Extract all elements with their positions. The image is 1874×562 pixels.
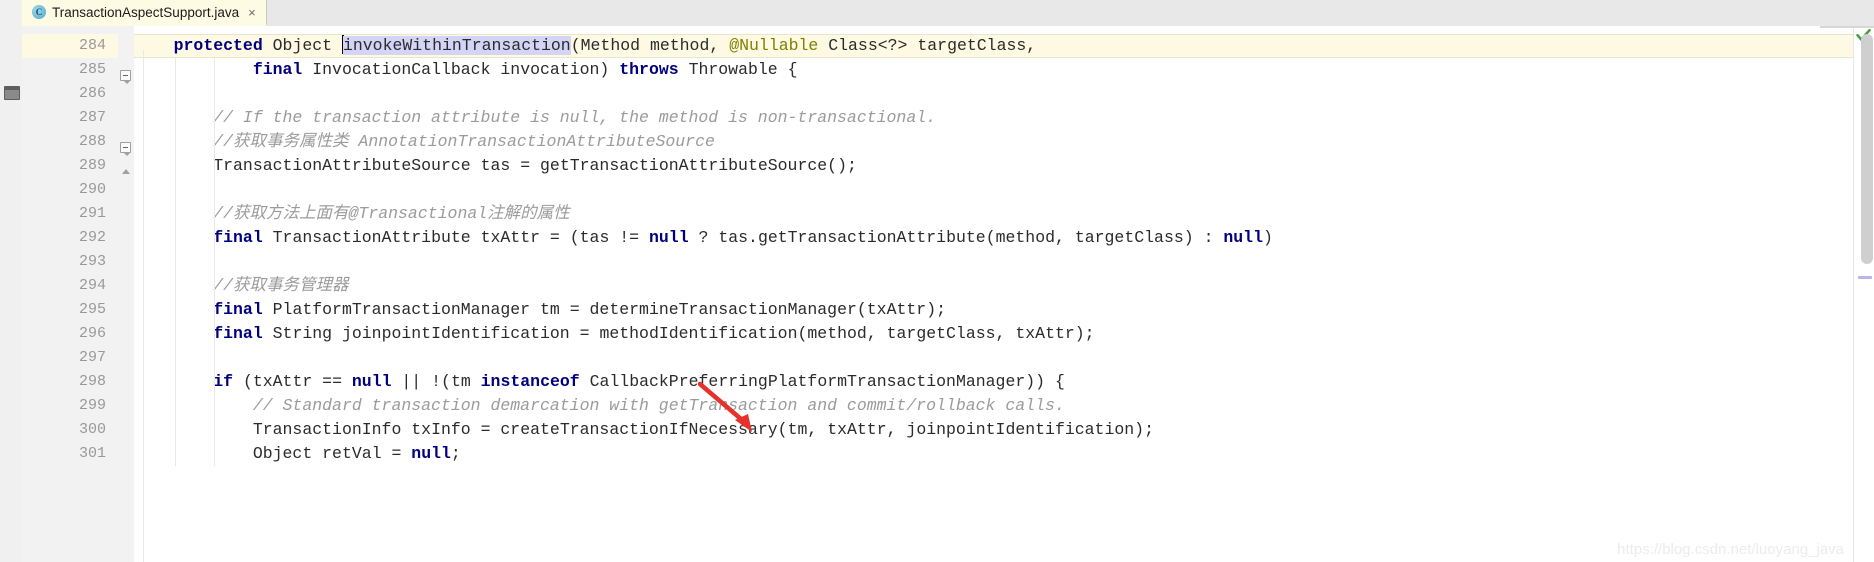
code-editor-area[interactable]: protected Object invokeWithinTransaction… xyxy=(134,26,1854,562)
line-number: 297 xyxy=(78,349,106,366)
fold-arrow-icon[interactable] xyxy=(120,166,132,178)
close-icon[interactable]: × xyxy=(248,6,256,19)
code-folding-strip[interactable] xyxy=(118,26,134,562)
line-number: 300 xyxy=(78,421,106,438)
structure-icon[interactable] xyxy=(4,86,20,100)
code-line[interactable]: final String joinpointIdentification = m… xyxy=(134,322,1094,346)
code-line[interactable]: Object retVal = null; xyxy=(134,442,461,466)
code-line[interactable]: //获取事务管理器 xyxy=(134,274,348,298)
line-number: 285 xyxy=(78,61,106,78)
marker-scrollbar[interactable] xyxy=(1853,26,1874,562)
line-number: 298 xyxy=(78,373,106,390)
ide-window: 1: Project C TransactionAspectSupport.ja… xyxy=(0,0,1874,562)
code-line[interactable]: //获取事务属性类 AnnotationTransactionAttribute… xyxy=(134,130,715,154)
java-class-icon: C xyxy=(32,5,46,19)
indent-guide xyxy=(174,58,176,466)
code-line[interactable]: //获取方法上面有@Transactional注解的属性 xyxy=(134,202,569,226)
code-line[interactable]: if (txAttr == null || !(tm instanceof Ca… xyxy=(134,370,1065,394)
watermark: https://blog.csdn.net/luoyang_java xyxy=(1617,541,1844,558)
line-number: 288 xyxy=(78,133,106,150)
line-number: 295 xyxy=(78,301,106,318)
code-line[interactable]: // Standard transaction demarcation with… xyxy=(134,394,1065,418)
line-number: 293 xyxy=(78,253,106,270)
scrollbar-thumb[interactable] xyxy=(1861,34,1873,264)
line-number: 286 xyxy=(78,85,106,102)
line-number: 289 xyxy=(78,157,106,174)
line-number: 287 xyxy=(78,109,106,126)
line-number: 294 xyxy=(78,277,106,294)
line-number: 299 xyxy=(78,397,106,414)
scroll-usage-marker[interactable] xyxy=(1858,276,1872,279)
code-line[interactable]: protected Object invokeWithinTransaction… xyxy=(134,34,1036,58)
line-number: 301 xyxy=(78,445,106,462)
code-line[interactable]: // If the transaction attribute is null,… xyxy=(134,106,936,130)
indent-guide xyxy=(214,58,216,466)
code-line[interactable]: final InvocationCallback invocation) thr… xyxy=(134,58,798,82)
fold-region-icon[interactable] xyxy=(120,142,132,156)
code-line[interactable]: final PlatformTransactionManager tm = de… xyxy=(134,298,946,322)
tab-transactionaspectsupport[interactable]: C TransactionAspectSupport.java × xyxy=(22,0,267,26)
line-number: 292 xyxy=(78,229,106,246)
code-line[interactable]: final TransactionAttribute txAttr = (tas… xyxy=(134,226,1273,250)
line-number: 290 xyxy=(78,181,106,198)
editor-top-divider xyxy=(1820,26,1874,28)
selected-text[interactable]: invokeWithinTransaction xyxy=(342,36,571,55)
left-tool-window-bar[interactable]: 1: Project xyxy=(0,0,23,562)
editor-tab-strip: C TransactionAspectSupport.java × xyxy=(22,0,1874,27)
editor-gutter[interactable]: 284 285 286 287 288 289 290 291 292 293 294 295 296 2… xyxy=(22,26,118,562)
line-number: 291 xyxy=(78,205,106,222)
code-line[interactable]: TransactionInfo txInfo = createTransacti… xyxy=(134,418,1154,442)
line-number: 296 xyxy=(78,325,106,342)
fold-collapse-icon[interactable] xyxy=(120,70,132,84)
line-number: 284 xyxy=(78,37,106,54)
code-line[interactable]: TransactionAttributeSource tas = getTran… xyxy=(134,154,857,178)
tab-label: TransactionAspectSupport.java xyxy=(52,4,240,20)
